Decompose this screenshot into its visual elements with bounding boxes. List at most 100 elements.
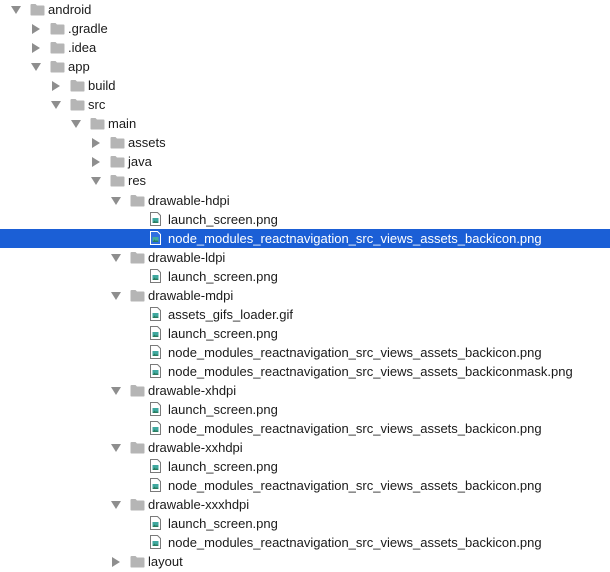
tree-folder-main[interactable]: main bbox=[0, 114, 610, 133]
image-file-icon bbox=[150, 306, 161, 321]
tree-folder-java[interactable]: java bbox=[0, 152, 610, 171]
tree-item-label: drawable-hdpi bbox=[148, 192, 230, 208]
disclosure-expanded-icon[interactable] bbox=[91, 177, 101, 186]
disclosure-collapsed-icon[interactable] bbox=[32, 43, 40, 54]
tree-folder-res[interactable]: res bbox=[0, 171, 610, 190]
image-file-icon bbox=[150, 516, 161, 531]
tree-item-label: node_modules_reactnavigation_src_views_a… bbox=[168, 344, 542, 360]
tree-item-label: node_modules_reactnavigation_src_views_a… bbox=[168, 421, 542, 437]
folder-icon bbox=[130, 194, 145, 207]
folder-icon bbox=[110, 136, 125, 149]
image-file-icon bbox=[150, 211, 161, 226]
folder-icon bbox=[130, 384, 145, 397]
image-file-icon bbox=[150, 230, 161, 245]
tree-folder-android[interactable]: android bbox=[0, 0, 610, 19]
disclosure-collapsed-icon[interactable] bbox=[32, 24, 40, 35]
tree-folder-drawable-xhdpi[interactable]: drawable-xhdpi bbox=[0, 381, 610, 400]
image-file-icon bbox=[150, 268, 161, 283]
folder-icon bbox=[110, 174, 125, 187]
disclosure-expanded-icon[interactable] bbox=[111, 501, 121, 510]
tree-item-label: drawable-mdpi bbox=[148, 287, 234, 303]
tree-folder-build[interactable]: build bbox=[0, 76, 610, 95]
tree-item-label: .gradle bbox=[68, 21, 108, 37]
tree-file-node-modules-reactnavigation-src-views-assets-backicon-png[interactable]: node_modules_reactnavigation_src_views_a… bbox=[0, 419, 610, 438]
tree-folder-assets[interactable]: assets bbox=[0, 133, 610, 152]
folder-icon bbox=[30, 3, 45, 16]
tree-file-node-modules-reactnavigation-src-views-assets-backiconmask-png[interactable]: node_modules_reactnavigation_src_views_a… bbox=[0, 362, 610, 381]
tree-folder-drawable-mdpi[interactable]: drawable-mdpi bbox=[0, 286, 610, 305]
tree-item-label: launch_screen.png bbox=[168, 211, 278, 227]
image-file-icon bbox=[150, 363, 161, 378]
disclosure-expanded-icon[interactable] bbox=[111, 444, 121, 453]
tree-file-launch-screen-png[interactable]: launch_screen.png bbox=[0, 324, 610, 343]
tree-file-launch-screen-png[interactable]: launch_screen.png bbox=[0, 514, 610, 533]
tree-file-node-modules-reactnavigation-src-views-assets-backicon-png[interactable]: node_modules_reactnavigation_src_views_a… bbox=[0, 228, 610, 248]
folder-icon bbox=[130, 289, 145, 302]
image-file-icon bbox=[150, 535, 161, 550]
folder-icon bbox=[130, 251, 145, 264]
folder-icon bbox=[70, 98, 85, 111]
tree-item-label: node_modules_reactnavigation_src_views_a… bbox=[168, 535, 542, 551]
tree-item-label: android bbox=[48, 2, 92, 17]
folder-icon bbox=[90, 117, 105, 130]
disclosure-expanded-icon[interactable] bbox=[71, 120, 81, 129]
folder-icon bbox=[50, 41, 65, 54]
image-file-icon bbox=[150, 421, 161, 436]
image-file-icon bbox=[150, 478, 161, 493]
tree-folder-drawable-xxhdpi[interactable]: drawable-xxhdpi bbox=[0, 438, 610, 457]
tree-item-label: drawable-xxxhdpi bbox=[148, 497, 250, 513]
tree-item-label: main bbox=[108, 116, 137, 132]
disclosure-collapsed-icon[interactable] bbox=[52, 81, 60, 92]
disclosure-expanded-icon[interactable] bbox=[111, 196, 121, 205]
tree-folder-drawable-ldpi[interactable]: drawable-ldpi bbox=[0, 248, 610, 267]
tree-file-assets-gifs-loader-gif[interactable]: assets_gifs_loader.gif bbox=[0, 305, 610, 324]
tree-file-node-modules-reactnavigation-src-views-assets-backicon-png[interactable]: node_modules_reactnavigation_src_views_a… bbox=[0, 476, 610, 495]
folder-icon bbox=[110, 155, 125, 168]
tree-folder-drawable-xxxhdpi[interactable]: drawable-xxxhdpi bbox=[0, 495, 610, 514]
disclosure-collapsed-icon[interactable] bbox=[112, 557, 120, 568]
tree-file-node-modules-reactnavigation-src-views-assets-backicon-png[interactable]: node_modules_reactnavigation_src_views_a… bbox=[0, 533, 610, 552]
folder-icon bbox=[50, 22, 65, 35]
tree-file-launch-screen-png[interactable]: launch_screen.png bbox=[0, 267, 610, 286]
tree-item-label: drawable-xxhdpi bbox=[148, 440, 243, 456]
disclosure-collapsed-icon[interactable] bbox=[92, 157, 100, 168]
tree-folder-gradle[interactable]: .gradle bbox=[0, 19, 610, 38]
tree-file-launch-screen-png[interactable]: launch_screen.png bbox=[0, 210, 610, 229]
tree-item-label: .idea bbox=[68, 40, 97, 56]
tree-item-label: layout bbox=[148, 554, 183, 570]
tree-item-label: drawable-ldpi bbox=[148, 249, 226, 265]
tree-item-label: src bbox=[88, 97, 106, 113]
tree-item-label: node_modules_reactnavigation_src_views_a… bbox=[168, 363, 573, 379]
tree-item-label: assets_gifs_loader.gif bbox=[168, 306, 294, 322]
tree-item-label: build bbox=[88, 78, 116, 94]
disclosure-expanded-icon[interactable] bbox=[111, 387, 121, 395]
tree-folder-src[interactable]: src bbox=[0, 95, 610, 114]
tree-item-label: assets bbox=[128, 135, 166, 151]
disclosure-expanded-icon[interactable] bbox=[31, 63, 41, 72]
image-file-icon bbox=[150, 325, 161, 340]
folder-icon bbox=[130, 555, 145, 568]
tree-item-label: node_modules_reactnavigation_src_views_a… bbox=[168, 478, 542, 494]
tree-item-label: node_modules_reactnavigation_src_views_a… bbox=[168, 230, 542, 246]
tree-file-node-modules-reactnavigation-src-views-assets-backicon-png[interactable]: node_modules_reactnavigation_src_views_a… bbox=[0, 343, 610, 362]
tree-item-label: launch_screen.png bbox=[168, 459, 278, 475]
folder-icon bbox=[70, 79, 85, 92]
disclosure-expanded-icon[interactable] bbox=[111, 291, 121, 300]
disclosure-expanded-icon[interactable] bbox=[11, 6, 21, 14]
tree-item-label: launch_screen.png bbox=[168, 516, 278, 532]
tree-folder-drawable-hdpi[interactable]: drawable-hdpi bbox=[0, 191, 610, 210]
tree-item-label: drawable-xhdpi bbox=[148, 383, 237, 398]
image-file-icon bbox=[150, 402, 161, 417]
disclosure-expanded-icon[interactable] bbox=[111, 253, 121, 262]
disclosure-expanded-icon[interactable] bbox=[51, 101, 61, 110]
tree-item-label: launch_screen.png bbox=[168, 268, 278, 284]
folder-icon bbox=[50, 60, 65, 73]
image-file-icon bbox=[150, 459, 161, 474]
tree-file-launch-screen-png[interactable]: launch_screen.png bbox=[0, 457, 610, 476]
tree-folder-layout[interactable]: layout bbox=[0, 552, 610, 571]
tree-file-launch-screen-png[interactable]: launch_screen.png bbox=[0, 400, 610, 419]
tree-folder-app[interactable]: app bbox=[0, 57, 610, 76]
disclosure-collapsed-icon[interactable] bbox=[92, 138, 100, 149]
tree-folder-idea[interactable]: .idea bbox=[0, 38, 610, 57]
project-file-tree: android .gradle .idea app build src main assets… bbox=[0, 0, 610, 572]
